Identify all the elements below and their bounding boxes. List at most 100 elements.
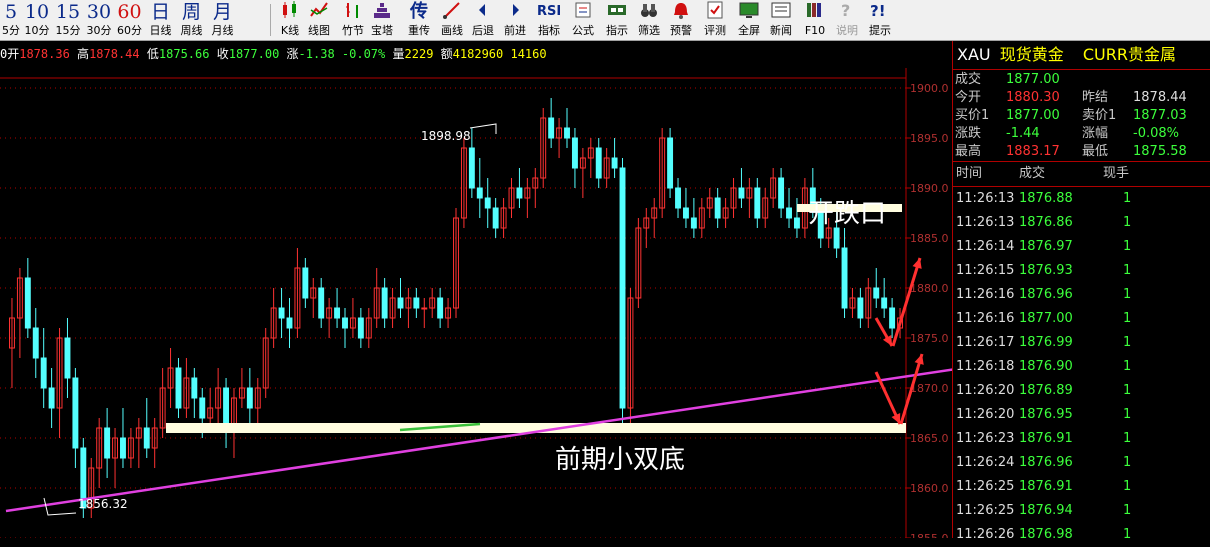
candle-body — [841, 247, 848, 309]
candle-body — [564, 127, 570, 139]
bid-label: 买价1 — [955, 108, 990, 123]
tick-volume: 1 — [1123, 359, 1132, 374]
tick-time: 11:26:25 — [956, 503, 1015, 518]
y-tick-label: 1900.0 — [910, 82, 949, 95]
candle-body — [682, 207, 689, 219]
candle-body — [413, 297, 420, 309]
candle-body — [104, 427, 111, 459]
bid-value: 1877.00 — [1006, 108, 1060, 123]
chg-value: -1.44 — [1006, 126, 1040, 141]
double-bottom-annotation-text: 前期小双底 — [555, 445, 685, 475]
tick-price: 1876.97 — [1019, 239, 1073, 254]
tick-volume: 1 — [1123, 287, 1132, 302]
high-quote-value: 1883.17 — [1006, 144, 1060, 159]
y-tick-label: 1890.0 — [910, 182, 949, 195]
tick-row: 11:26:13 1876.88 1 — [953, 187, 1210, 211]
tick-price: 1876.91 — [1019, 479, 1073, 494]
candle-body — [32, 327, 39, 359]
candle-body — [191, 377, 198, 399]
tick-time: 11:26:15 — [956, 263, 1015, 278]
candle-body — [246, 387, 253, 409]
tick-price: 1876.94 — [1019, 503, 1073, 518]
tick-volume: 1 — [1123, 431, 1132, 446]
tick-price: 1876.96 — [1019, 455, 1073, 470]
y-tick-label: 1895.0 — [910, 132, 949, 145]
candle-body — [619, 167, 626, 409]
candle-body — [64, 337, 71, 379]
candle-body — [120, 437, 126, 459]
tick-volume: 1 — [1123, 503, 1132, 518]
tick-row: 11:26:25 1876.91 1 — [953, 475, 1210, 499]
candle-body — [889, 307, 896, 329]
tick-volume: 1 — [1123, 263, 1132, 278]
candle-body — [881, 297, 888, 309]
y-tick-label: 1855.0 — [910, 532, 949, 538]
tick-time: 11:26:26 — [956, 527, 1015, 542]
tick-row: 11:26:18 1876.90 1 — [953, 355, 1210, 379]
open-quote-label: 今开 — [955, 90, 982, 105]
tick-volume: 1 — [1123, 455, 1132, 470]
quote-header: XAU 现货黄金 CURR贵金属 — [953, 41, 1210, 70]
candle-body — [476, 187, 483, 199]
tick-time: 11:26:13 — [956, 215, 1015, 230]
candle-body — [595, 147, 602, 179]
tick-row: 11:26:20 1876.89 1 — [953, 379, 1210, 403]
y-tick-label: 1880.0 — [910, 282, 949, 295]
high-quote-label: 最高 — [955, 144, 982, 159]
tick-volume: 1 — [1123, 407, 1132, 422]
tick-volume: 1 — [1123, 191, 1132, 206]
candle-body — [24, 277, 31, 329]
candle-body — [675, 187, 681, 209]
symbol-name: 现货黄金 — [999, 45, 1064, 64]
candle-body — [754, 187, 761, 219]
prev-settle-value: 1878.44 — [1133, 90, 1187, 105]
tick-price: 1877.00 — [1019, 311, 1073, 326]
candle-body — [334, 307, 341, 319]
last-label: 成交 — [955, 72, 982, 87]
tick-price: 1876.98 — [1019, 527, 1073, 542]
candle-body — [302, 267, 309, 299]
high-annotation: 1898.98 — [421, 129, 471, 143]
candle-body — [492, 207, 499, 229]
tick-row: 11:26:13 1876.86 1 — [953, 211, 1210, 235]
tick-price: 1876.93 — [1019, 263, 1073, 278]
candle-body — [778, 177, 785, 209]
candle-body — [667, 137, 674, 189]
candle-body — [833, 227, 840, 249]
candle-body — [381, 287, 388, 319]
y-tick-label: 1860.0 — [910, 482, 949, 495]
prev-settle-label: 昨结 — [1082, 90, 1109, 105]
candle-body — [199, 397, 206, 419]
candle-body — [72, 377, 79, 449]
low-quote-label: 最低 — [1082, 144, 1109, 159]
ask-label: 卖价1 — [1082, 108, 1117, 123]
candle-body — [48, 387, 55, 409]
candle-body — [175, 367, 182, 409]
tick-time: 11:26:20 — [956, 407, 1015, 422]
candlestick-chart[interactable]: 1900.0 1895.0 1890.0 1885.0 1880.0 1875.0 1870… — [0, 0, 952, 538]
tick-price: 1876.91 — [1019, 431, 1073, 446]
tick-price: 1876.96 — [1019, 287, 1073, 302]
tick-row: 11:26:23 1876.91 1 — [953, 427, 1210, 451]
candle-body — [516, 187, 523, 199]
tick-time: 11:26:17 — [956, 335, 1015, 350]
chg-label: 涨跌 — [955, 126, 982, 141]
ask-value: 1877.03 — [1133, 108, 1187, 123]
candle-body — [793, 217, 800, 229]
tick-price: 1876.89 — [1019, 383, 1073, 398]
candle-body — [357, 317, 364, 339]
y-tick-label: 1865.0 — [910, 432, 949, 445]
tick-time: 11:26:20 — [956, 383, 1015, 398]
tick-row: 11:26:16 1876.96 1 — [953, 283, 1210, 307]
low-annotation: 1856.32 — [78, 497, 128, 511]
tick-row: 11:26:15 1876.93 1 — [953, 259, 1210, 283]
tick-price: 1876.90 — [1019, 359, 1073, 374]
tick-time: 11:26:25 — [956, 479, 1015, 494]
tick-table-header: 时间 成交 现手 — [953, 161, 1210, 187]
open-quote-value: 1880.30 — [1006, 90, 1060, 105]
candle-body — [468, 147, 475, 189]
tick-price: 1876.86 — [1019, 215, 1073, 230]
tick-volume: 1 — [1123, 383, 1132, 398]
candle-body — [318, 287, 325, 319]
tick-price: 1876.95 — [1019, 407, 1073, 422]
